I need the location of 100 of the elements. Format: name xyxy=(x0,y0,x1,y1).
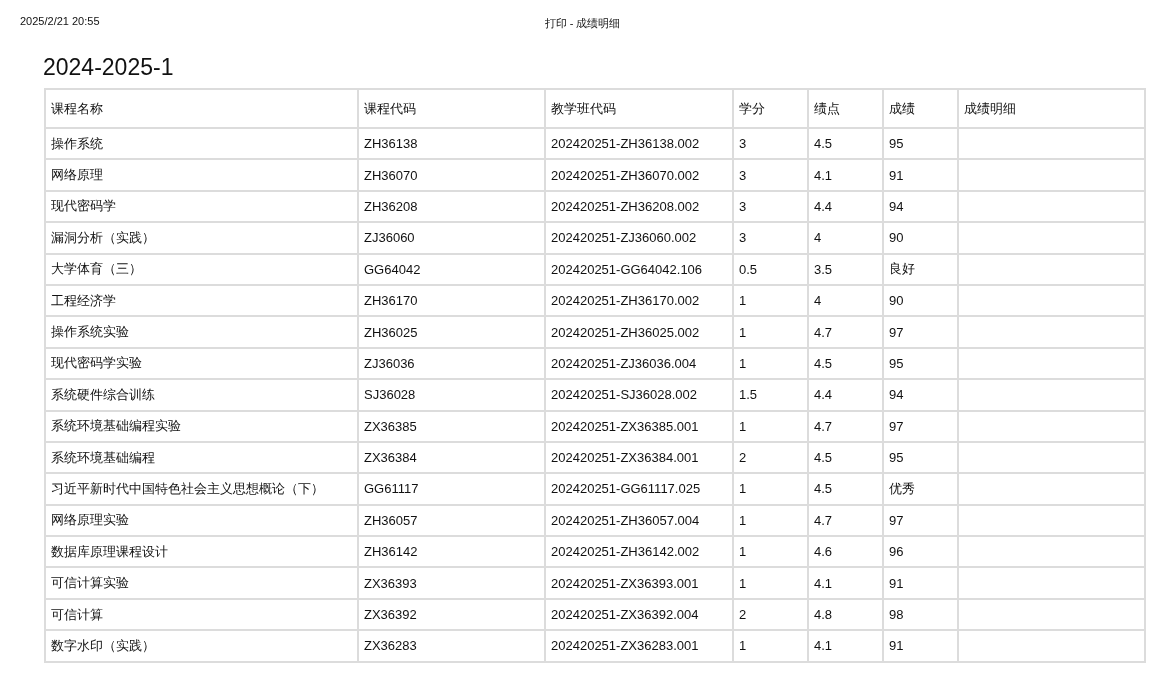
table-cell: 202420251-ZH36208.002 xyxy=(545,190,733,223)
table-cell: 习近平新时代中国特色社会主义思想概论（下） xyxy=(45,473,358,505)
table-cell: 系统硬件综合训练 xyxy=(45,379,358,411)
table-cell: 4 xyxy=(808,222,883,254)
table-cell: 2 xyxy=(733,441,808,474)
table-cell: 202420251-SJ36028.002 xyxy=(545,379,733,411)
table-cell: 94 xyxy=(883,379,958,411)
table-cell: 97 xyxy=(883,316,958,348)
table-cell: 202420251-ZJ36060.002 xyxy=(545,222,733,254)
table-cell: 97 xyxy=(883,410,958,442)
table-cell: 网络原理实验 xyxy=(45,504,358,537)
table-cell: ZJ36036 xyxy=(358,347,545,380)
table-cell: 4.5 xyxy=(808,473,883,505)
table-cell: ZH36057 xyxy=(358,504,545,537)
table-cell: ZX36392 xyxy=(358,598,545,631)
table-cell: ZJ36060 xyxy=(358,222,545,254)
table-cell: 202420251-GG61117.025 xyxy=(545,473,733,505)
table-cell: 可信计算 xyxy=(45,598,358,631)
table-cell: 1 xyxy=(733,536,808,568)
table-cell: 90 xyxy=(883,284,958,317)
table-cell: 4.7 xyxy=(808,504,883,537)
table-cell: 98 xyxy=(883,598,958,631)
table-cell: 95 xyxy=(883,128,958,160)
table-cell: 现代密码学 xyxy=(45,190,358,223)
column-header: 成绩 xyxy=(883,89,958,128)
table-cell: 95 xyxy=(883,441,958,474)
print-date-time: 2025/2/21 20:55 xyxy=(20,15,100,27)
table-cell: ZH36070 xyxy=(358,159,545,191)
table-cell: ZH36142 xyxy=(358,536,545,568)
column-header: 课程名称 xyxy=(45,89,358,128)
table-cell: 4.1 xyxy=(808,630,883,662)
table-cell: 1 xyxy=(733,316,808,348)
table-cell: 数据库原理课程设计 xyxy=(45,536,358,568)
table-cell: 4.5 xyxy=(808,128,883,160)
table-cell: 良好 xyxy=(883,253,958,285)
table-cell: 91 xyxy=(883,630,958,662)
table-cell: 202420251-ZJ36036.004 xyxy=(545,347,733,380)
table-cell: ZX36385 xyxy=(358,410,545,442)
table-cell: ZH36138 xyxy=(358,128,545,160)
table-cell: ZH36170 xyxy=(358,284,545,317)
table-cell: ZH36025 xyxy=(358,316,545,348)
table-cell: 3 xyxy=(733,222,808,254)
table-cell: 3 xyxy=(733,159,808,191)
table-cell: 3.5 xyxy=(808,253,883,285)
table-cell: 1 xyxy=(733,284,808,317)
table-cell: 3 xyxy=(733,190,808,223)
column-header: 教学班代码 xyxy=(545,89,733,128)
table-cell: 1 xyxy=(733,410,808,442)
table-cell: 4.1 xyxy=(808,567,883,599)
table-cell: 可信计算实验 xyxy=(45,567,358,599)
table-cell: 操作系统 xyxy=(45,128,358,160)
table-cell: ZX36384 xyxy=(358,441,545,474)
table-cell: 202420251-ZH36057.004 xyxy=(545,504,733,537)
table-cell: 网络原理 xyxy=(45,159,358,191)
table-cell: 91 xyxy=(883,159,958,191)
table-cell: 202420251-ZX36385.001 xyxy=(545,410,733,442)
table-cell: 202420251-ZX36384.001 xyxy=(545,441,733,474)
table-cell: GG64042 xyxy=(358,253,545,285)
table-cell: 1 xyxy=(733,347,808,380)
table-cell: 1.5 xyxy=(733,379,808,411)
table-cell: 0.5 xyxy=(733,253,808,285)
print-title: 打印 - 成绩明细 xyxy=(544,16,621,31)
table-cell: 202420251-ZH36025.002 xyxy=(545,316,733,348)
term-title: 2024-2025-1 xyxy=(43,54,175,80)
table-cell: 4.7 xyxy=(808,316,883,348)
table-cell: 系统环境基础编程 xyxy=(45,441,358,474)
table-cell: 95 xyxy=(883,347,958,380)
table-cell: 4.6 xyxy=(808,536,883,568)
column-header: 绩点 xyxy=(808,89,883,128)
table-cell: 系统环境基础编程实验 xyxy=(45,410,358,442)
table-cell: 202420251-GG64042.106 xyxy=(545,253,733,285)
table-cell: ZX36393 xyxy=(358,567,545,599)
table-cell: 97 xyxy=(883,504,958,537)
table-cell: GG61117 xyxy=(358,473,545,505)
table-cell: 工程经济学 xyxy=(45,284,358,317)
table-cell: 1 xyxy=(733,473,808,505)
table-cell: 操作系统实验 xyxy=(45,316,358,348)
table-cell: 优秀 xyxy=(883,473,958,505)
table-cell: 4.7 xyxy=(808,410,883,442)
table-cell: 大学体育（三） xyxy=(45,253,358,285)
table-cell: 4.4 xyxy=(808,379,883,411)
table-cell: 202420251-ZH36070.002 xyxy=(545,159,733,191)
table-cell: SJ36028 xyxy=(358,379,545,411)
table-cell: ZX36283 xyxy=(358,630,545,662)
table-cell: 现代密码学实验 xyxy=(45,347,358,380)
table-cell: 202420251-ZH36138.002 xyxy=(545,128,733,160)
table-cell: 202420251-ZX36393.001 xyxy=(545,567,733,599)
table-cell: 2 xyxy=(733,598,808,631)
table-cell: 4.8 xyxy=(808,598,883,631)
table-cell: 漏洞分析（实践） xyxy=(45,222,358,254)
table-cell: 4.5 xyxy=(808,441,883,474)
table-cell: 96 xyxy=(883,536,958,568)
table-cell: 数字水印（实践） xyxy=(45,630,358,662)
table-cell: 202420251-ZH36170.002 xyxy=(545,284,733,317)
table-cell: 90 xyxy=(883,222,958,254)
column-header: 成绩明细 xyxy=(958,89,1145,128)
table-cell: 4.1 xyxy=(808,159,883,191)
table-cell: 91 xyxy=(883,567,958,599)
table-cell: 202420251-ZH36142.002 xyxy=(545,536,733,568)
table-cell: 94 xyxy=(883,190,958,223)
